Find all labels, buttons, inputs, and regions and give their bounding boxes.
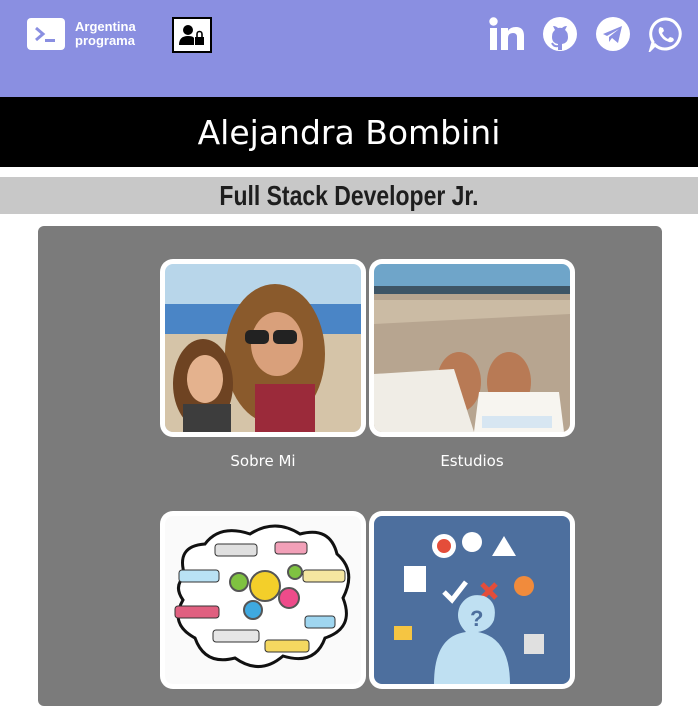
skills-cloud-illustration	[165, 516, 361, 684]
argentina-programa-logo[interactable]: Argentina programa	[27, 18, 136, 50]
github-icon	[543, 17, 577, 51]
card-label-estudios: Estudios	[440, 452, 504, 470]
whatsapp-link[interactable]	[648, 15, 684, 53]
linkedin-link[interactable]	[489, 15, 525, 53]
social-links	[489, 15, 684, 53]
profile-title: Full Stack Developer Jr.	[219, 179, 479, 211]
card-skills[interactable]	[160, 511, 366, 689]
github-link[interactable]	[542, 15, 578, 53]
terminal-icon	[27, 18, 65, 50]
beach-book-photo	[374, 264, 570, 432]
card-label-sobre-mi: Sobre Mi	[230, 452, 296, 470]
telegram-icon	[596, 17, 630, 51]
login-button[interactable]	[172, 17, 212, 53]
card-sobre-mi[interactable]	[160, 259, 366, 437]
logo-text-line2: programa	[75, 33, 135, 48]
card-projects[interactable]: ?	[369, 511, 575, 689]
svg-text:?: ?	[470, 606, 483, 631]
selfie-photo	[165, 264, 361, 432]
cards-panel: Sobre Mi Estudios ?	[38, 226, 662, 706]
header-bar: Argentina programa	[0, 0, 698, 97]
whatsapp-icon	[648, 17, 682, 52]
title-banner: Full Stack Developer Jr.	[0, 177, 698, 214]
card-estudios[interactable]	[369, 259, 575, 437]
telegram-link[interactable]	[595, 15, 631, 53]
logo-text-line1: Argentina	[75, 19, 136, 34]
projects-illustration: ?	[374, 516, 570, 684]
name-banner: Alejandra Bombini	[0, 97, 698, 167]
profile-name: Alejandra Bombini	[197, 112, 501, 152]
user-lock-icon	[179, 25, 204, 45]
linkedin-icon	[489, 17, 524, 50]
